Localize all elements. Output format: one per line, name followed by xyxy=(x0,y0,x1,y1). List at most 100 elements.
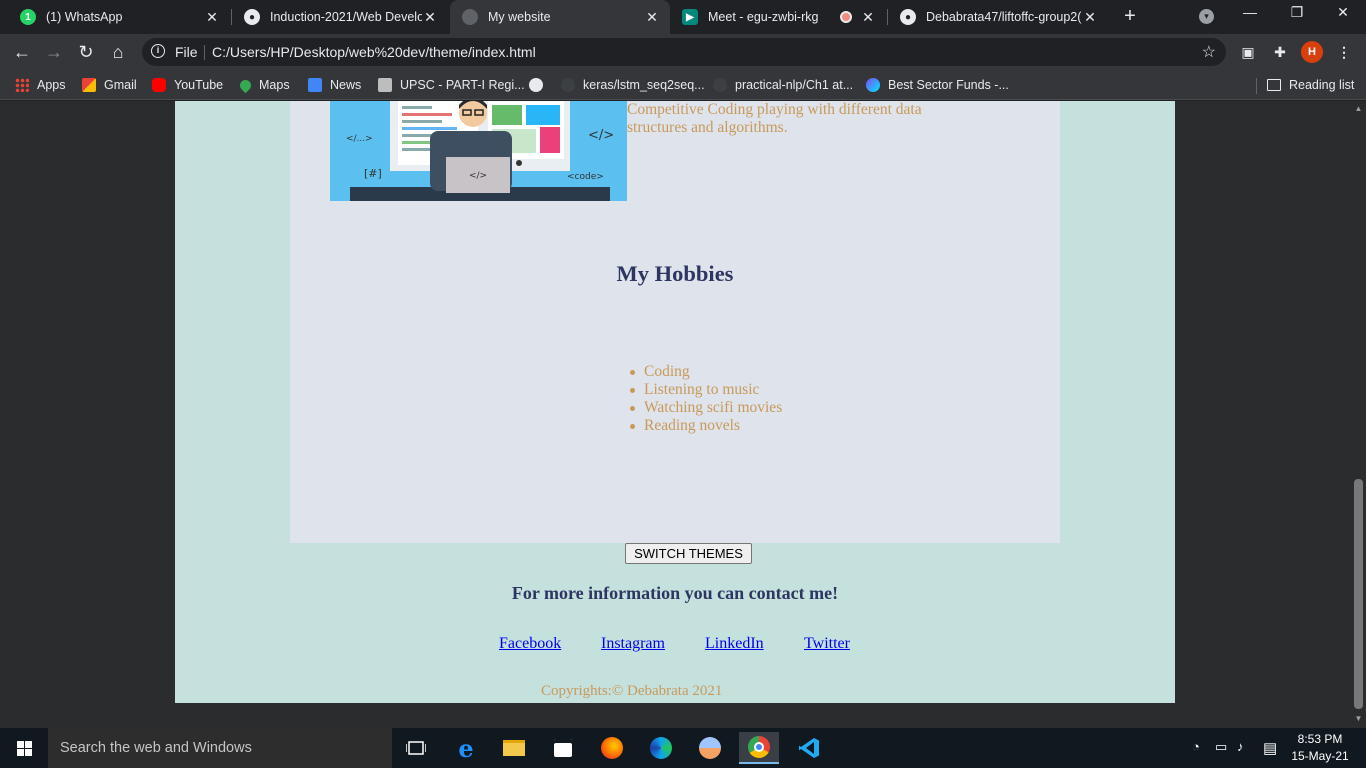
close-window-button[interactable]: ✕ xyxy=(1328,4,1358,21)
tab-my-website[interactable]: My website ✕ xyxy=(450,0,670,34)
bookmark-best-sector-funds[interactable]: Best Sector Funds -... xyxy=(866,76,1009,94)
firefox-app[interactable] xyxy=(592,732,632,764)
tab-meet[interactable]: ▶ Meet - egu-zwbi-rkg ✕ xyxy=(670,0,886,34)
close-icon[interactable]: ✕ xyxy=(860,9,876,26)
globe-icon xyxy=(529,78,543,92)
scroll-up-arrow-icon[interactable]: ▲ xyxy=(1354,104,1363,113)
chrome-app[interactable] xyxy=(739,732,779,764)
back-button[interactable]: ← xyxy=(10,40,34,64)
start-button[interactable] xyxy=(0,728,48,768)
task-view-button[interactable] xyxy=(396,732,436,764)
hobby-item: Reading novels xyxy=(629,417,782,435)
github-icon: ● xyxy=(900,9,916,25)
bookmark-news[interactable]: News xyxy=(308,76,361,94)
coder-illustration-svg: </> </...> </> [#] <code> xyxy=(330,101,627,201)
bookmark-upsc[interactable]: UPSC - PART-I Regi... xyxy=(378,76,525,94)
reading-list-icon xyxy=(1267,79,1281,91)
weather-app[interactable] xyxy=(690,732,730,764)
home-button[interactable]: ⌂ xyxy=(106,40,130,64)
close-icon[interactable]: ✕ xyxy=(422,9,438,26)
meet-icon: ▶ xyxy=(682,9,698,25)
new-tab-button[interactable]: + xyxy=(1119,5,1141,27)
browser-toolbar: ← → ↻ ⌂ i File C:/Users/HP/Desktop/web%2… xyxy=(0,34,1366,70)
bookmark-label: practical-nlp/Ch1 at... xyxy=(735,78,854,92)
tab-search-icon[interactable]: ▾ xyxy=(1199,9,1214,24)
bookmark-globe[interactable] xyxy=(529,76,551,94)
tab-debabrata[interactable]: ● Debabrata47/liftoffc-group2( ✕ xyxy=(888,0,1108,34)
tab-induction[interactable]: ● Induction-2021/Web Develop ✕ xyxy=(232,0,448,34)
url-text[interactable]: C:/Users/HP/Desktop/web%20dev/theme/inde… xyxy=(212,44,536,60)
scroll-down-arrow-icon[interactable]: ▼ xyxy=(1354,714,1363,723)
taskbar-clock[interactable]: 8:53 PM 15-May-21 xyxy=(1290,731,1350,765)
scroll-thumb[interactable] xyxy=(1354,479,1363,709)
bookmarks-bar: Apps Gmail YouTube Maps News UPSC - PART… xyxy=(0,70,1366,100)
close-icon[interactable]: ✕ xyxy=(1082,9,1098,26)
page-scrollbar[interactable]: ▲ ▼ xyxy=(1351,101,1366,728)
reload-button[interactable]: ↻ xyxy=(74,40,98,64)
bookmark-label: Gmail xyxy=(104,78,137,92)
chrome-icon xyxy=(748,736,770,758)
info-icon[interactable]: i xyxy=(151,44,165,58)
edge-app[interactable] xyxy=(641,732,681,764)
bookmark-practical-nlp[interactable]: practical-nlp/Ch1 at... xyxy=(713,76,853,94)
extensions-icon[interactable]: ✚ xyxy=(1270,42,1290,62)
facebook-link[interactable]: Facebook xyxy=(499,635,561,653)
volume-icon[interactable]: ♪ xyxy=(1237,739,1244,754)
address-bar[interactable]: i File C:/Users/HP/Desktop/web%20dev/the… xyxy=(142,38,1226,66)
news-icon xyxy=(308,78,322,92)
reading-list-button[interactable]: Reading list xyxy=(1267,76,1354,94)
site-body: </> </...> </> [#] <code> Competitive Co… xyxy=(175,101,1175,703)
linkedin-link[interactable]: LinkedIn xyxy=(705,635,764,653)
vscode-app[interactable] xyxy=(789,732,829,764)
coder-illustration: </> </...> </> [#] <code> xyxy=(330,101,627,201)
recording-icon xyxy=(840,11,852,23)
restore-button[interactable]: ❐ xyxy=(1282,4,1312,21)
hobby-item: Coding xyxy=(629,363,782,381)
twitter-link[interactable]: Twitter xyxy=(804,635,850,653)
bookmark-keras[interactable]: keras/lstm_seq2seq... xyxy=(561,76,705,94)
menu-kebab-icon[interactable]: ⋮ xyxy=(1334,42,1354,62)
file-explorer-app[interactable] xyxy=(494,732,534,764)
folder-icon xyxy=(503,740,525,756)
edge-legacy-app[interactable]: e xyxy=(446,732,486,764)
hobby-item: Watching scifi movies xyxy=(629,399,783,416)
bookmark-apps[interactable]: Apps xyxy=(15,76,66,94)
windows-logo-pane xyxy=(25,749,32,756)
maps-icon xyxy=(237,77,254,93)
hero-tag-code: <code> xyxy=(567,172,604,182)
screen-capture-icon[interactable]: ▣ xyxy=(1238,42,1258,62)
profile-avatar[interactable]: H xyxy=(1301,41,1323,63)
bookmark-star-icon[interactable]: ☆ xyxy=(1202,42,1216,62)
close-icon[interactable]: ✕ xyxy=(204,9,220,26)
windows-logo-pane xyxy=(17,749,24,756)
whatsapp-icon: 1 xyxy=(20,9,36,25)
minimize-button[interactable]: — xyxy=(1235,4,1265,20)
store-app[interactable] xyxy=(543,732,583,764)
switch-themes-button[interactable]: SWITCH THEMES xyxy=(625,543,752,564)
bookmark-label: keras/lstm_seq2seq... xyxy=(583,78,705,92)
task-view-icon xyxy=(406,741,426,755)
bookmark-gmail[interactable]: Gmail xyxy=(82,76,137,94)
github-icon xyxy=(561,78,575,92)
copyright-text: Copyrights:© Debabrata 2021 xyxy=(541,683,723,699)
laptop-code-tag: </> xyxy=(469,171,487,181)
bookmark-maps[interactable]: Maps xyxy=(237,76,290,94)
edge-legacy-icon: e xyxy=(458,733,474,763)
instagram-link[interactable]: Instagram xyxy=(601,635,665,653)
forward-button[interactable]: → xyxy=(42,40,66,64)
close-icon[interactable]: ✕ xyxy=(644,9,660,26)
network-icon[interactable]: ◔ xyxy=(1192,739,1200,754)
tab-title: Meet - egu-zwbi-rkg xyxy=(708,10,819,24)
tab-title: My website xyxy=(488,10,551,24)
notification-icon[interactable]: ▤ xyxy=(1263,739,1277,757)
bookmark-youtube[interactable]: YouTube xyxy=(152,76,223,94)
tab-whatsapp[interactable]: 1 (1) WhatsApp ✕ xyxy=(8,0,230,34)
taskbar-search-input[interactable]: Search the web and Windows xyxy=(48,728,392,768)
firefox-icon xyxy=(601,737,623,759)
funds-icon xyxy=(866,78,880,92)
tab-title: Induction-2021/Web Develop xyxy=(270,10,422,24)
content-card: </> </...> </> [#] <code> Competitive Co… xyxy=(290,101,1060,543)
battery-icon[interactable]: ▭ xyxy=(1215,739,1227,755)
url-scheme: File xyxy=(175,44,198,60)
clock-time: 8:53 PM xyxy=(1297,732,1343,746)
